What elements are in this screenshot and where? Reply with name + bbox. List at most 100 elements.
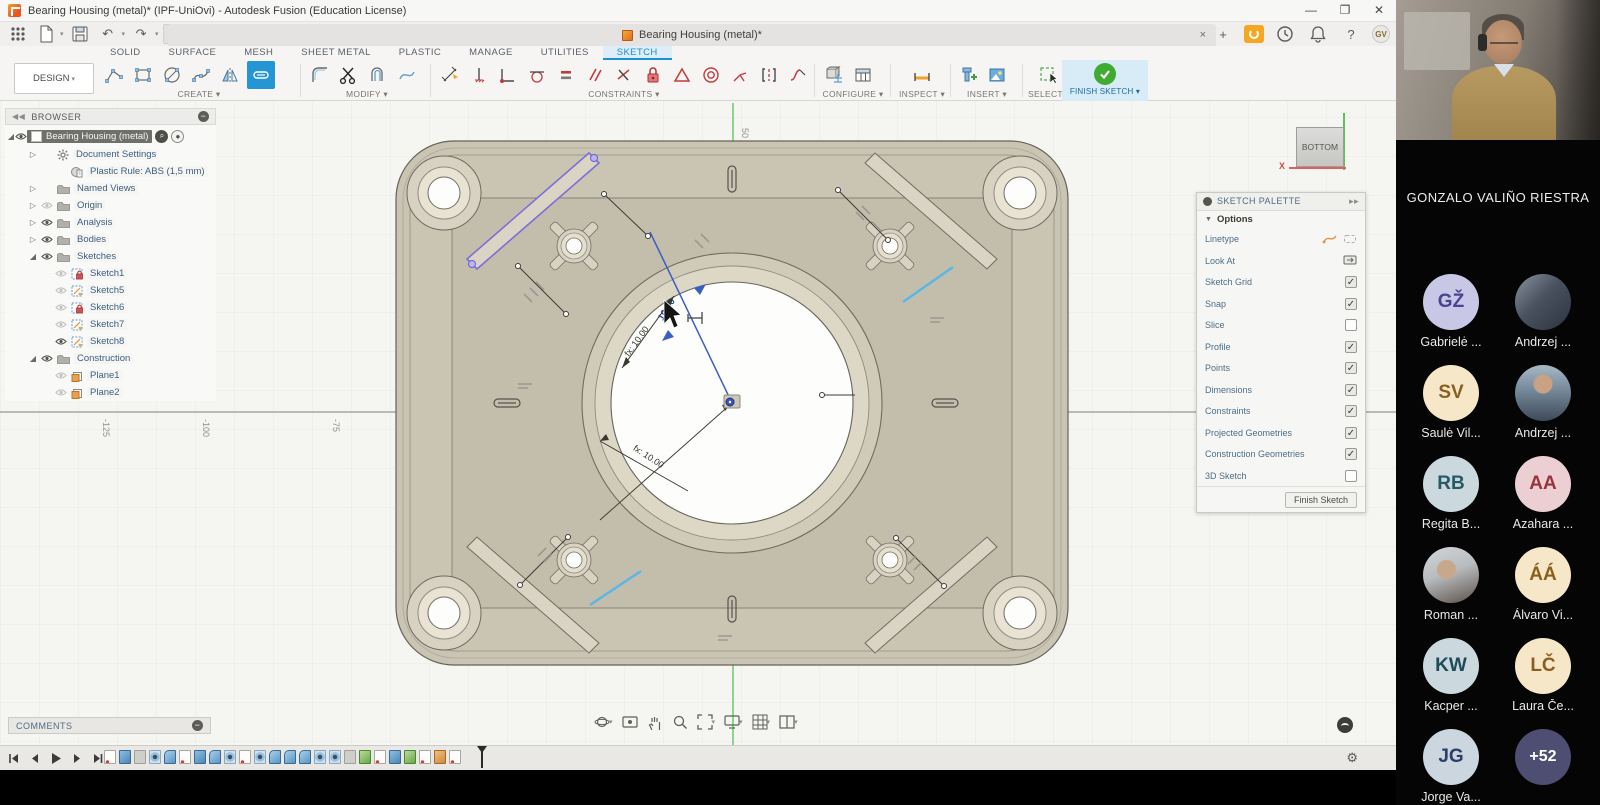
timeline-feature-sketch-icon[interactable] <box>239 750 251 764</box>
browser-item-sketch8[interactable]: Sketch8 <box>5 333 216 350</box>
browser-header[interactable]: ◀◀ BROWSER − <box>5 108 216 125</box>
help-icon[interactable]: ? <box>1339 24 1363 44</box>
break-tool-icon[interactable] <box>395 62 419 88</box>
participant-tile[interactable]: JGJorge Va... <box>1405 729 1497 804</box>
browser-item-analysis[interactable]: ▷Analysis <box>5 214 216 231</box>
close-button[interactable]: ✕ <box>1362 0 1396 21</box>
fit-icon[interactable]: ▾ <box>697 714 716 730</box>
search-icon[interactable]: ⌕ <box>155 130 168 143</box>
browser-item-sketches[interactable]: ◢Sketches <box>5 248 216 265</box>
new-tab-icon[interactable]: + <box>1211 24 1235 44</box>
timeline-feature-pattern-icon[interactable] <box>404 750 416 764</box>
tab-utilities[interactable]: UTILITIES <box>527 46 603 60</box>
concentric-constraint-icon[interactable] <box>699 62 723 88</box>
configure-tool-icon[interactable] <box>822 62 846 88</box>
tab-sketch[interactable]: SKETCH <box>603 46 672 60</box>
grid-settings-icon[interactable]: ▾ <box>752 714 771 730</box>
timeline-skip-end-icon[interactable] <box>92 751 104 769</box>
palette-checkbox-construction-geometries[interactable]: ✓ <box>1345 448 1357 460</box>
sketch-point-handle[interactable] <box>469 261 476 268</box>
timeline-feature-gray-icon[interactable] <box>134 750 146 764</box>
timeline-feature-sketch-icon[interactable] <box>449 750 461 764</box>
timeline-feature-fillet-icon[interactable] <box>269 750 281 764</box>
document-tab[interactable]: Bearing Housing (metal)* × <box>168 24 1216 46</box>
finish-sketch-button[interactable]: FINISH SKETCH ▾ <box>1062 60 1148 101</box>
finish-sketch-palette-button[interactable]: Finish Sketch <box>1285 492 1357 508</box>
display-settings-icon[interactable]: ▾ <box>724 714 743 730</box>
linetype-icons[interactable] <box>1322 233 1357 245</box>
timeline-settings-gear-icon[interactable]: ⚙ <box>1346 750 1358 766</box>
activate-component-icon[interactable]: ● <box>171 130 184 143</box>
tab-surface[interactable]: SURFACE <box>155 46 231 60</box>
tab-solid[interactable]: SOLID <box>96 46 155 60</box>
participant-tile[interactable]: ÁÁÁlvaro Vi... <box>1497 547 1589 622</box>
user-avatar[interactable]: GV <box>1372 25 1390 43</box>
timeline-feature-fillet-icon[interactable] <box>209 750 221 764</box>
create-group-label[interactable]: CREATE ▾ <box>102 89 296 100</box>
browser-item-named-views[interactable]: ▷Named Views <box>5 180 216 197</box>
assistant-icon[interactable] <box>1337 717 1353 733</box>
expander-icon[interactable]: ◢ <box>29 354 37 363</box>
participant-tile[interactable]: LČLaura Če... <box>1497 638 1589 713</box>
tab-manage[interactable]: MANAGE <box>455 46 527 60</box>
participant-tile[interactable]: Roman ... <box>1405 547 1497 622</box>
visibility-eye-icon[interactable] <box>55 286 67 295</box>
browser-item-plane1[interactable]: Plane1 <box>5 367 216 384</box>
participant-tile[interactable]: KWKacper ... <box>1405 638 1497 713</box>
select-tool-icon[interactable] <box>1037 62 1061 88</box>
visibility-eye-icon[interactable] <box>41 354 53 363</box>
tab-sheet-metal[interactable]: SHEET METAL <box>287 46 385 60</box>
visibility-eye-icon[interactable] <box>41 201 53 210</box>
collapse-panel-icon[interactable]: ◀◀ <box>12 112 25 121</box>
browser-item-document-settings[interactable]: ▷Document Settings <box>5 146 216 163</box>
parallel-constraint-icon[interactable] <box>583 62 607 88</box>
timeline-feature-fillet-icon[interactable] <box>164 750 176 764</box>
palette-checkbox-constraints[interactable]: ✓ <box>1345 405 1357 417</box>
symmetry-constraint-icon[interactable] <box>757 62 781 88</box>
slot-tool-icon[interactable] <box>247 61 275 89</box>
minimize-button[interactable]: — <box>1294 0 1328 21</box>
timeline-feature-hole-icon[interactable] <box>314 750 326 764</box>
browser-item-sketch5[interactable]: Sketch5 <box>5 282 216 299</box>
fillet-tool-icon[interactable] <box>308 62 332 88</box>
expander-icon[interactable]: ▷ <box>29 150 37 159</box>
timeline-feature-pattern-icon[interactable] <box>359 750 371 764</box>
browser-item-sketch7[interactable]: Sketch7 <box>5 316 216 333</box>
browser-item-sketch1[interactable]: Sketch1 <box>5 265 216 282</box>
viewports-icon[interactable]: ▾ <box>779 714 798 730</box>
insert-group-label[interactable]: INSERT ▾ <box>956 89 1018 100</box>
timeline-step-forward-icon[interactable] <box>71 751 83 769</box>
timeline-skip-start-icon[interactable] <box>8 751 20 769</box>
participant-tile[interactable]: SVSaulė Vil... <box>1405 365 1497 440</box>
browser-options-icon[interactable]: − <box>198 111 209 122</box>
restore-button[interactable]: ❐ <box>1328 0 1362 21</box>
expander-icon[interactable]: ◢ <box>7 132 15 141</box>
palette-checkbox-snap[interactable]: ✓ <box>1345 298 1357 310</box>
mirror-tool-icon[interactable] <box>218 62 242 88</box>
browser-item-origin[interactable]: ▷Origin <box>5 197 216 214</box>
inspect-group-label[interactable]: INSPECT ▾ <box>896 89 948 100</box>
coincident-constraint-icon[interactable] <box>496 62 520 88</box>
redo-icon[interactable]: ↷ <box>129 24 153 44</box>
palette-checkbox-sketch-grid[interactable]: ✓ <box>1345 276 1357 288</box>
palette-checkbox-projected-geometries[interactable]: ✓ <box>1345 427 1357 439</box>
fix-constraint-icon[interactable] <box>641 62 665 88</box>
file-menu-icon[interactable] <box>34 24 58 44</box>
timeline-feature-hole-icon[interactable] <box>329 750 341 764</box>
undo-icon[interactable]: ↶ <box>96 24 120 44</box>
palette-checkbox-3d-sketch[interactable] <box>1345 470 1357 482</box>
visibility-eye-icon[interactable] <box>41 252 53 261</box>
timeline-feature-sketch-icon[interactable] <box>179 750 191 764</box>
equal-constraint-icon[interactable] <box>554 62 578 88</box>
look-at-icon[interactable] <box>1343 254 1357 267</box>
browser-root-item[interactable]: ◢ Bearing Housing (metal) ⌕ ● <box>7 127 216 145</box>
palette-checkbox-profile[interactable]: ✓ <box>1345 341 1357 353</box>
visibility-eye-icon[interactable] <box>55 388 67 397</box>
participant-tile[interactable]: Andrzej ... <box>1497 365 1589 440</box>
presenter-video[interactable] <box>1396 0 1600 140</box>
document-tab-close-icon[interactable]: × <box>1200 29 1206 41</box>
notifications-bell-icon[interactable] <box>1306 24 1330 44</box>
save-icon[interactable] <box>68 24 92 44</box>
timeline-play-icon[interactable] <box>50 751 62 769</box>
timeline-feature-hole-icon[interactable] <box>254 750 266 764</box>
